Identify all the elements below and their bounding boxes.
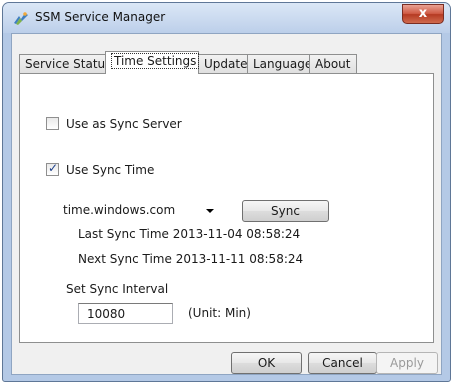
tab-time-settings[interactable]: Time Settings — [105, 51, 200, 74]
use-as-sync-server-label: Use as Sync Server — [66, 117, 182, 131]
tab-label: Language — [253, 57, 313, 71]
apply-button[interactable]: Apply — [376, 352, 438, 374]
title-bar[interactable]: SSM Service Manager x — [3, 3, 450, 33]
interval-unit-label: (Unit: Min) — [188, 306, 251, 320]
app-window: SSM Service Manager x Service Status Tim… — [2, 2, 451, 382]
client-area: Service Status Time Settings Update Lang… — [11, 33, 442, 375]
sync-interval-label: Set Sync Interval — [66, 282, 169, 296]
next-sync-time: Next Sync Time 2013-11-11 08:58:24 — [78, 252, 304, 266]
tab-label: About — [315, 57, 351, 71]
tab-label: Time Settings — [111, 53, 200, 69]
use-as-sync-server-checkbox[interactable] — [46, 117, 59, 130]
time-server-select[interactable]: time.windows.com — [58, 201, 225, 220]
tab-about[interactable]: About — [309, 54, 357, 73]
sync-button[interactable]: Sync — [242, 200, 329, 222]
cancel-button[interactable]: Cancel — [308, 352, 377, 374]
sync-interval-input[interactable] — [78, 303, 173, 324]
app-logo-icon — [13, 11, 29, 25]
tab-service-status[interactable]: Service Status — [19, 54, 111, 73]
close-icon: x — [418, 6, 428, 21]
use-sync-time-label: Use Sync Time — [66, 163, 155, 177]
ok-button[interactable]: OK — [231, 352, 302, 374]
window-title: SSM Service Manager — [35, 10, 166, 24]
tab-label: Update — [204, 57, 248, 71]
chevron-down-icon — [206, 209, 214, 213]
use-sync-time-checkbox[interactable]: ✓ — [46, 161, 59, 176]
tab-label: Service Status — [25, 57, 112, 71]
time-settings-panel: Use as Sync Server ✓ Use Sync Time time.… — [19, 73, 434, 343]
tab-update[interactable]: Update — [198, 54, 248, 73]
check-mark-icon: ✓ — [48, 161, 59, 175]
tab-language[interactable]: Language — [247, 54, 313, 73]
time-server-value: time.windows.com — [63, 203, 176, 217]
close-button[interactable]: x — [402, 4, 444, 24]
last-sync-time: Last Sync Time 2013-11-04 08:58:24 — [78, 227, 301, 241]
